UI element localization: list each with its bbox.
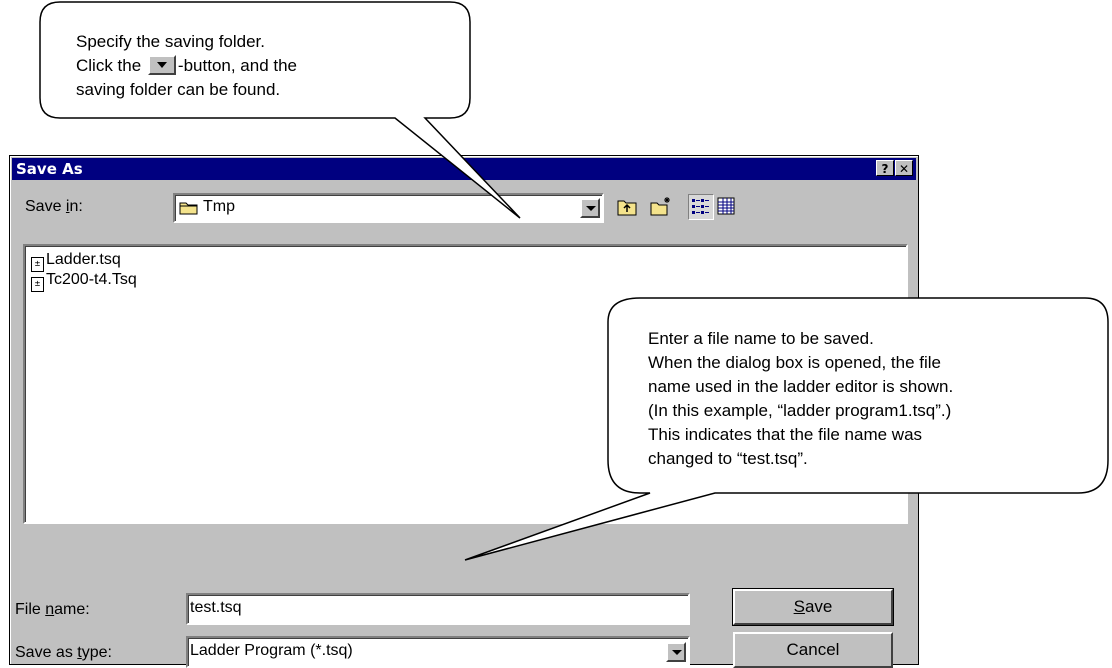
callout-top-text: Specify the saving folder. Click the -bu… xyxy=(76,32,298,99)
dropdown-arrow-icon xyxy=(147,55,176,75)
callout-right-text: Enter a file name to be saved. When the … xyxy=(648,329,954,468)
